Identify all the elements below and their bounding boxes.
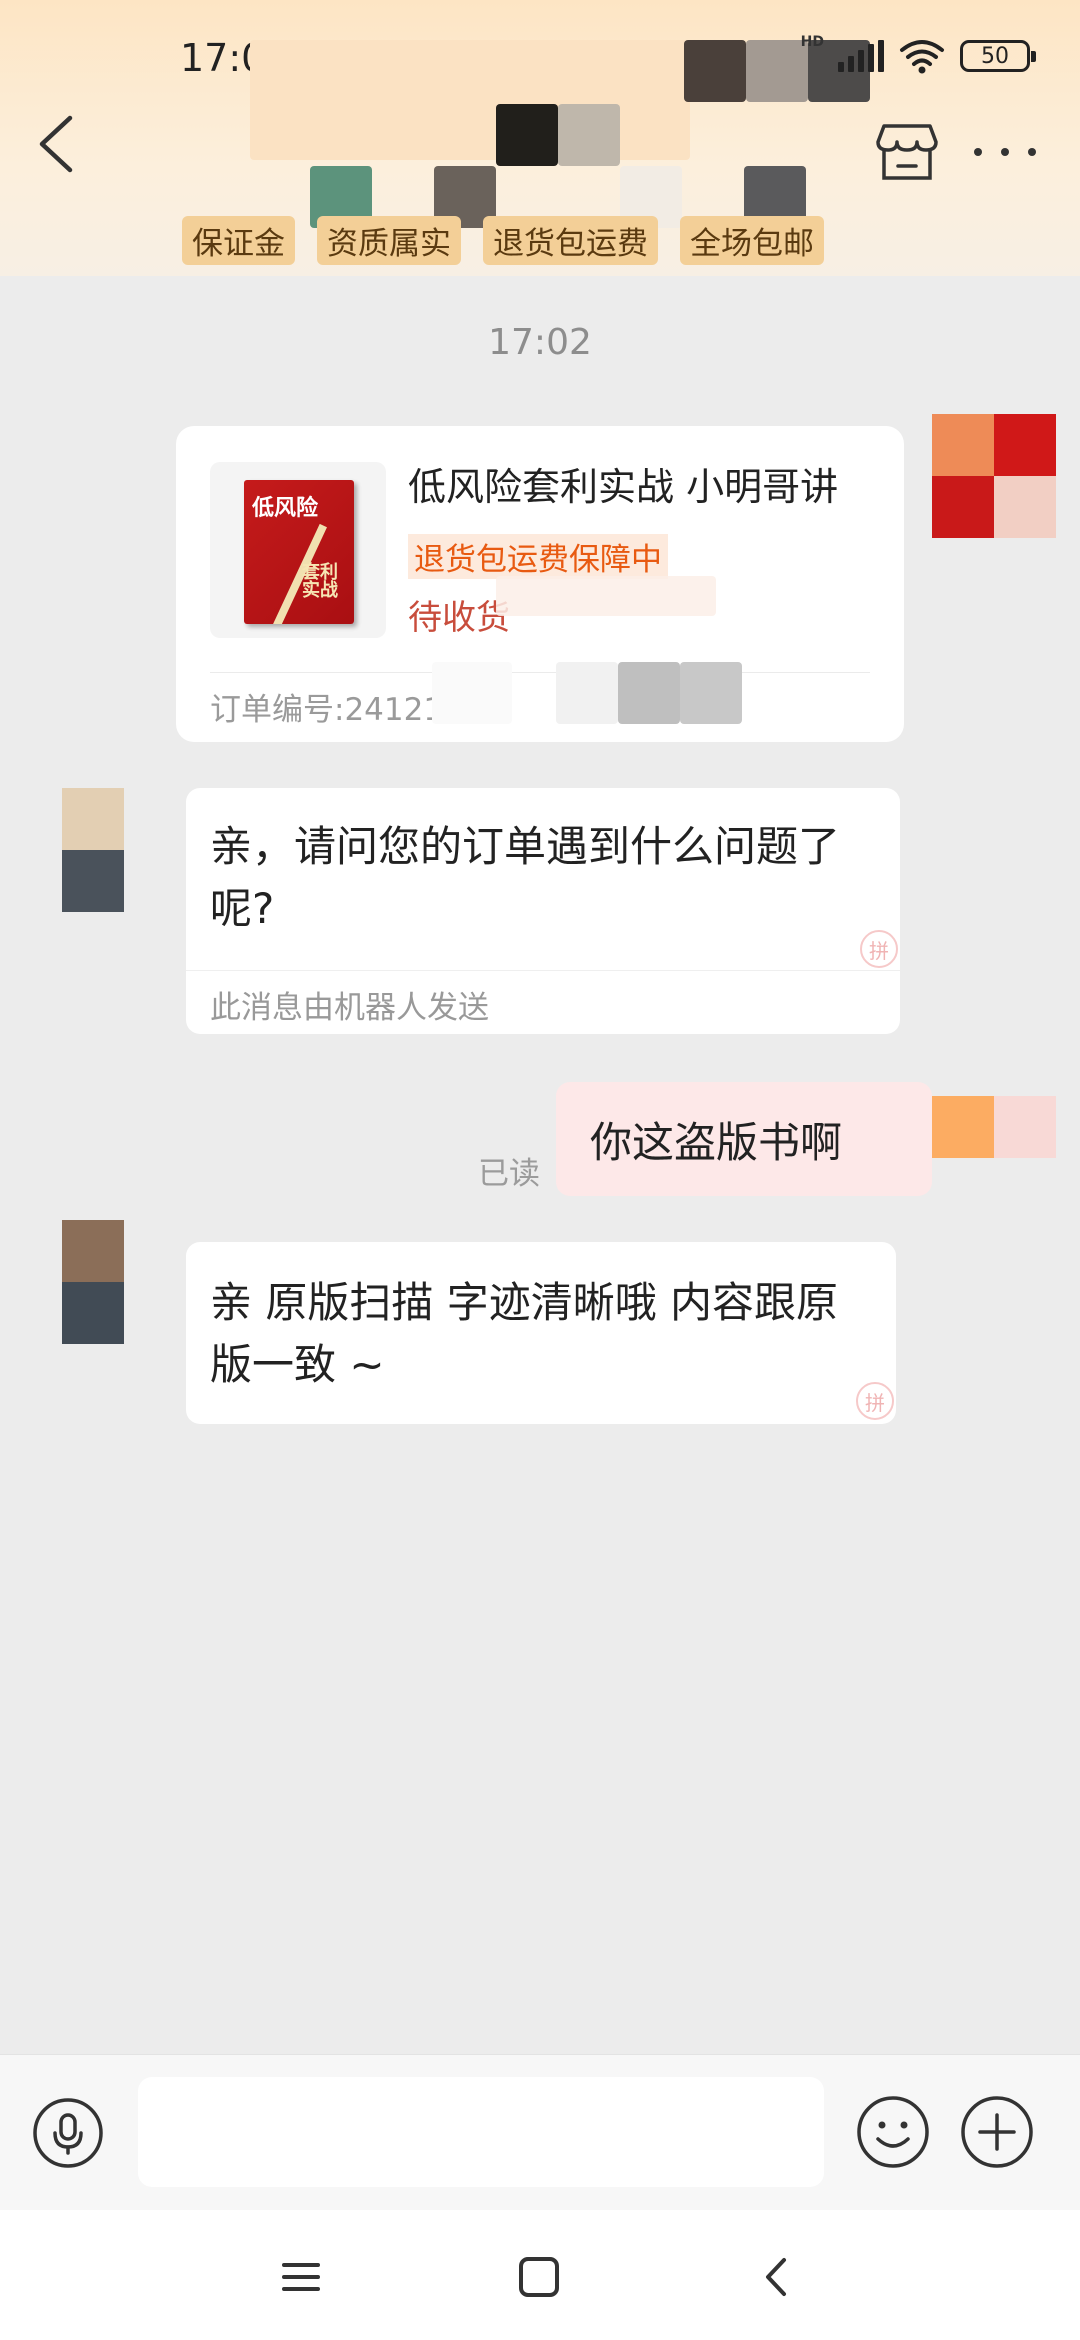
book-cover: 低风险 套利实战 [244, 480, 354, 624]
system-nav-bar [0, 2210, 1080, 2340]
censored-block [496, 576, 716, 616]
order-number: 订单编号:24121 [210, 692, 444, 728]
censored-block [558, 104, 620, 166]
message-bubble-seller[interactable]: 亲，请问您的订单遇到什么问题了呢? 此消息由机器人发送 拼 [186, 788, 900, 1034]
book-cover-title: 低风险 [252, 496, 319, 521]
bot-note: 此消息由机器人发送 [210, 990, 489, 1026]
message-text: 亲 原版扫描 字迹清晰哦 内容跟原版一致 ~ [210, 1278, 839, 1389]
avatar[interactable] [62, 788, 124, 912]
chevron-left-icon[interactable] [30, 108, 90, 180]
chat-timestamp: 17:02 [488, 322, 592, 363]
read-receipt: 已读 [478, 1156, 540, 1192]
tag-return-shipping: 退货包运费 [483, 216, 658, 265]
signal-icon [838, 40, 884, 72]
battery-level: 50 [981, 43, 1009, 69]
avatar[interactable] [932, 414, 1056, 538]
nav-back-icon[interactable] [752, 2252, 802, 2302]
plus-icon[interactable] [960, 2095, 1034, 2169]
shop-tags: 保证金 资质属实 退货包运费 全场包邮 [182, 216, 824, 265]
hd-indicator: HD [800, 34, 824, 50]
censored-block [684, 40, 746, 102]
return-shipping-badge: 退货包运费保障中 [408, 534, 668, 579]
chat-header: 17:08 HD 50 保证金 资质属实 退货包运费 全场包邮 [0, 0, 1080, 276]
tag-verified: 资质属实 [317, 216, 461, 265]
stamp-icon: 拼 [856, 1382, 894, 1420]
microphone-icon[interactable] [32, 2097, 104, 2169]
status-icons: HD 50 [801, 34, 1036, 74]
censored-block [496, 104, 558, 166]
censored-block [250, 40, 690, 160]
menu-icon[interactable] [276, 2252, 326, 2302]
censored-block [556, 662, 618, 724]
censored-block [746, 40, 808, 102]
tag-deposit: 保证金 [182, 216, 295, 265]
book-cover-subtitle: 套利实战 [302, 562, 338, 601]
order-status: 待收货 [408, 598, 510, 638]
message-bubble-seller[interactable]: 亲 原版扫描 字迹清晰哦 内容跟原版一致 ~ 拼 [186, 1242, 896, 1424]
emoji-icon[interactable] [856, 2095, 930, 2169]
stamp-icon: 拼 [860, 930, 898, 968]
message-input[interactable] [138, 2077, 824, 2187]
home-square-icon[interactable] [514, 2252, 564, 2302]
message-text: 你这盗版书啊 [590, 1117, 843, 1167]
avatar[interactable] [62, 1220, 124, 1344]
message-text: 亲，请问您的订单遇到什么问题了呢? [210, 822, 841, 933]
tag-free-shipping: 全场包邮 [680, 216, 824, 265]
wifi-icon [900, 40, 944, 74]
avatar[interactable] [932, 1096, 1056, 1158]
order-card[interactable]: 低风险 套利实战 低风险套利实战 小明哥讲 退货包运费保障中 待收货 订单编号:… [176, 426, 904, 742]
product-thumbnail[interactable]: 低风险 套利实战 [210, 462, 386, 638]
censored-block [680, 662, 742, 724]
battery-icon: 50 [960, 40, 1036, 72]
message-bubble-me[interactable]: 你这盗版书啊 [556, 1082, 932, 1196]
product-title: 低风险套利实战 小明哥讲 [408, 465, 839, 509]
censored-block [618, 662, 680, 724]
more-dots-icon[interactable] [970, 140, 1040, 164]
censored-block [432, 662, 512, 724]
store-icon[interactable] [876, 122, 938, 182]
input-bar [0, 2054, 1080, 2210]
